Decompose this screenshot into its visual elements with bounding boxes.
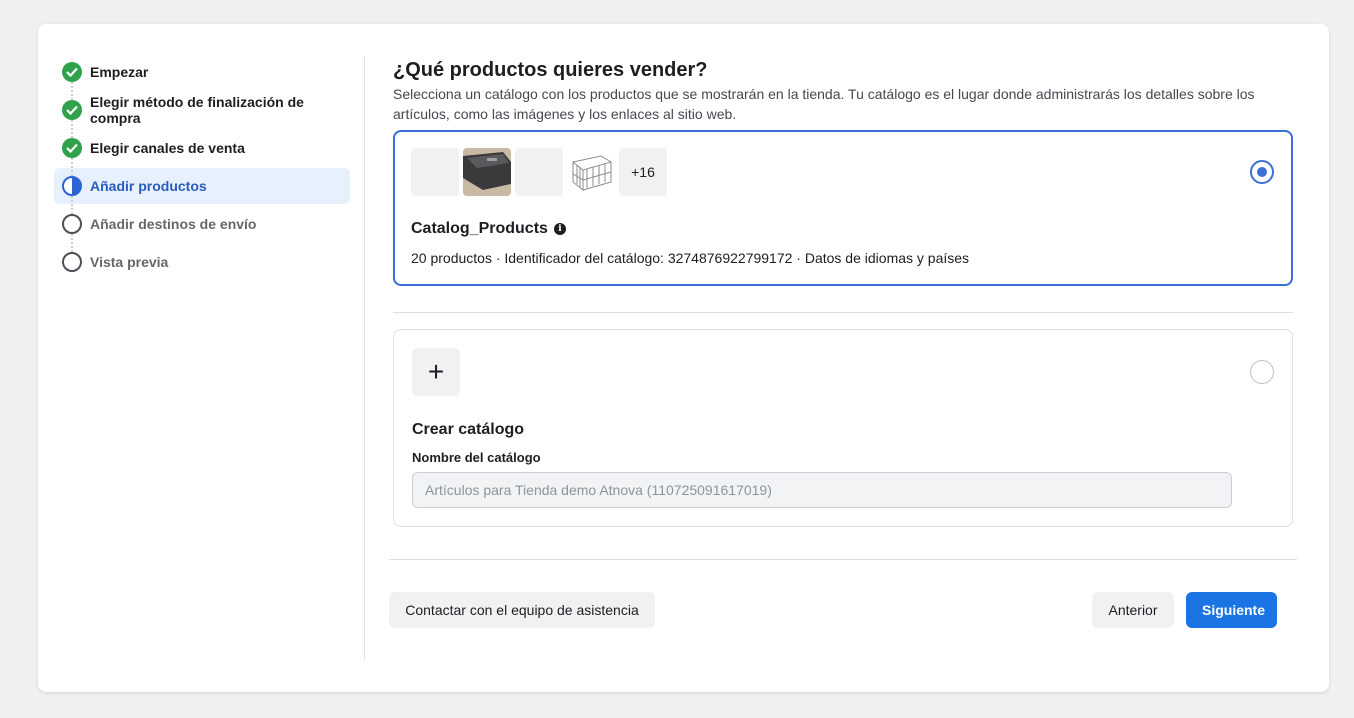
catalog-name: Catalog_Products — [411, 220, 548, 237]
create-catalog-title: Crear catálogo — [412, 421, 525, 438]
catalog-radio-selected[interactable] — [1250, 160, 1274, 184]
check-circle-icon — [62, 138, 82, 158]
empty-circle-icon — [62, 214, 82, 234]
check-circle-icon — [62, 62, 82, 82]
catalog-option-existing[interactable]: +16 Catalog_Products i 20 productos · Id… — [393, 130, 1293, 286]
step-label: Elegir canales de venta — [90, 140, 245, 156]
footer-divider — [389, 559, 1297, 560]
page-description: Selecciona un catálogo con los productos… — [393, 86, 1255, 122]
step-label: Empezar — [90, 64, 149, 80]
catalog-name-input[interactable] — [412, 472, 1232, 508]
stepper: Empezar Elegir método de finalización de… — [54, 54, 350, 282]
main-header: ¿Qué productos quieres vender? Seleccion… — [393, 58, 1293, 124]
section-divider — [393, 312, 1293, 313]
step-connector — [71, 234, 73, 252]
step-sales-channels[interactable]: Elegir canales de venta — [54, 130, 350, 176]
product-thumbnail — [567, 148, 615, 196]
page-title: ¿Qué productos quieres vender? — [393, 59, 708, 81]
setup-card: Empezar Elegir método de finalización de… — [38, 24, 1329, 692]
catalog-radio-unselected[interactable] — [1250, 360, 1274, 384]
check-circle-icon — [62, 100, 82, 120]
vertical-divider — [364, 56, 365, 660]
step-label: Añadir destinos de envío — [90, 216, 257, 232]
step-empezar[interactable]: Empezar — [54, 54, 350, 100]
product-thumbnails: +16 — [411, 148, 667, 196]
product-thumbnail — [463, 148, 511, 196]
more-products-count: +16 — [619, 148, 667, 196]
step-preview[interactable]: Vista previa — [54, 244, 350, 280]
step-label: Vista previa — [90, 254, 169, 270]
step-add-products[interactable]: Añadir productos — [54, 168, 350, 214]
empty-circle-icon — [62, 252, 82, 272]
step-connector — [71, 120, 73, 138]
product-thumbnail — [411, 148, 459, 196]
catalog-option-create[interactable]: + Crear catálogo Nombre del catálogo — [393, 329, 1293, 527]
step-label: Elegir método de finalización de compra — [90, 94, 304, 126]
contact-support-button[interactable]: Contactar con el equipo de asistencia — [389, 592, 655, 628]
step-checkout-method[interactable]: Elegir método de finalización de compra — [54, 92, 350, 138]
plus-icon[interactable]: + — [412, 348, 460, 396]
catalog-name-label: Nombre del catálogo — [412, 450, 541, 465]
catalog-meta: 20 productos · Identificador del catálog… — [411, 250, 970, 266]
step-label: Añadir productos — [90, 178, 207, 194]
previous-button[interactable]: Anterior — [1092, 592, 1174, 628]
product-thumbnail — [515, 148, 563, 196]
next-button[interactable]: Siguiente — [1186, 592, 1277, 628]
step-connector — [71, 82, 73, 100]
step-connector — [71, 196, 73, 214]
info-icon[interactable]: i — [553, 223, 566, 235]
step-shipping[interactable]: Añadir destinos de envío — [54, 206, 350, 252]
step-connector — [71, 158, 73, 176]
catalog-name-row: Catalog_Products i — [411, 220, 566, 238]
half-circle-icon — [62, 176, 82, 196]
